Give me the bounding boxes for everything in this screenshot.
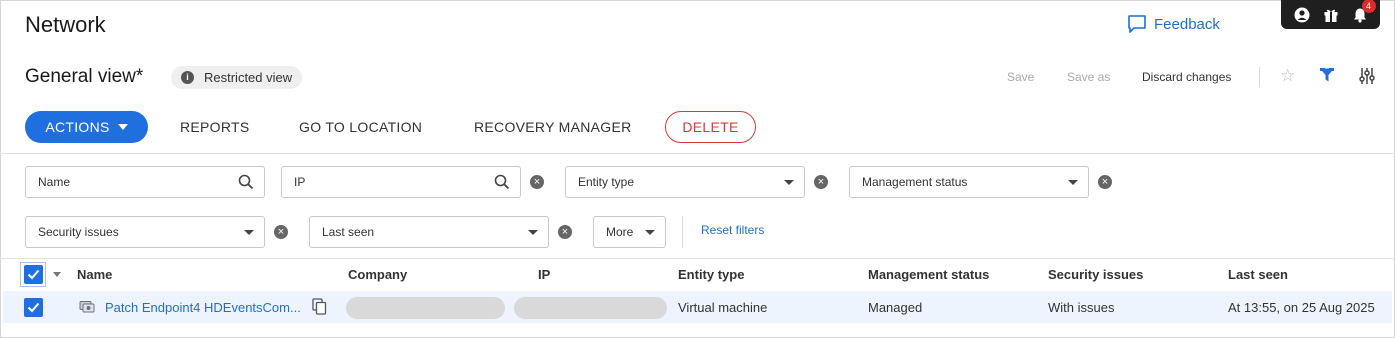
last-seen-select[interactable]: Last seen bbox=[309, 216, 549, 248]
row-checkbox[interactable] bbox=[24, 298, 43, 317]
entity-type-select[interactable]: Entity type bbox=[565, 166, 805, 198]
management-status-label: Management status bbox=[862, 175, 968, 189]
notification-badge: 4 bbox=[1361, 0, 1376, 13]
company-redacted bbox=[346, 297, 505, 319]
management-status-select[interactable]: Management status bbox=[849, 166, 1089, 198]
filter-divider bbox=[682, 216, 683, 248]
bell-icon[interactable]: 4 bbox=[1351, 0, 1376, 24]
copy-icon[interactable] bbox=[312, 298, 327, 320]
feedback-button[interactable]: Feedback bbox=[1127, 14, 1220, 34]
filter-icon[interactable] bbox=[1319, 67, 1335, 88]
search-icon bbox=[494, 174, 510, 190]
settings-sliders-icon[interactable] bbox=[1358, 67, 1376, 90]
reset-filters-link[interactable]: Reset filters bbox=[701, 223, 764, 237]
last-seen-label: Last seen bbox=[322, 225, 375, 239]
save-as-button[interactable]: Save as bbox=[1067, 70, 1110, 84]
security-issues-label: Security issues bbox=[38, 225, 119, 239]
column-header-management-status[interactable]: Management status bbox=[868, 267, 989, 282]
virtual-machine-icon bbox=[79, 300, 96, 319]
discard-changes-button[interactable]: Discard changes bbox=[1142, 70, 1231, 84]
delete-button[interactable]: DELETE bbox=[665, 111, 756, 143]
chevron-down-icon bbox=[645, 229, 655, 235]
endpoint-name-link[interactable]: Patch Endpoint4 HDEventsCom... bbox=[105, 300, 301, 315]
chevron-down-icon bbox=[244, 229, 254, 235]
column-header-entity-type[interactable]: Entity type bbox=[678, 267, 744, 282]
ip-filter-placeholder: IP bbox=[294, 175, 306, 189]
more-filters-label: More bbox=[606, 225, 634, 239]
clear-ip-filter-icon[interactable]: × bbox=[530, 175, 544, 189]
info-icon: i bbox=[181, 71, 194, 84]
security-issues-cell: With issues bbox=[1048, 300, 1115, 315]
column-header-security-issues[interactable]: Security issues bbox=[1048, 267, 1143, 282]
column-header-company[interactable]: Company bbox=[348, 267, 407, 282]
view-title: General view* bbox=[25, 66, 144, 87]
ip-redacted bbox=[514, 297, 667, 319]
name-filter-input[interactable]: Name bbox=[25, 166, 265, 198]
clear-management-status-icon[interactable]: × bbox=[1098, 175, 1112, 189]
checkmark-icon bbox=[27, 269, 39, 280]
entity-type-label: Entity type bbox=[578, 175, 635, 189]
clear-last-seen-icon[interactable]: × bbox=[558, 225, 572, 239]
account-icon[interactable] bbox=[1293, 6, 1311, 24]
clear-security-issues-icon[interactable]: × bbox=[274, 225, 288, 239]
page-title: Network bbox=[25, 12, 106, 37]
chevron-down-icon bbox=[528, 229, 538, 235]
select-all-checkbox-wrapper bbox=[20, 262, 46, 287]
name-filter-placeholder: Name bbox=[38, 175, 71, 189]
chat-bubble-icon bbox=[1128, 15, 1146, 33]
security-issues-select[interactable]: Security issues bbox=[25, 216, 265, 248]
restricted-view-badge[interactable]: i Restricted view bbox=[171, 66, 303, 89]
chevron-down-icon bbox=[1068, 179, 1078, 185]
column-header-last-seen[interactable]: Last seen bbox=[1228, 267, 1288, 282]
chevron-down-icon bbox=[784, 179, 794, 185]
go-to-location-button[interactable]: GO TO LOCATION bbox=[299, 119, 422, 135]
management-status-cell: Managed bbox=[868, 300, 923, 315]
last-seen-cell: At 13:55, on 25 Aug 2025 bbox=[1228, 300, 1375, 315]
column-header-ip[interactable]: IP bbox=[538, 267, 550, 282]
more-filters-select[interactable]: More bbox=[593, 216, 666, 248]
delete-label: DELETE bbox=[682, 119, 739, 135]
star-icon[interactable]: ☆ bbox=[1280, 66, 1295, 86]
chevron-down-icon bbox=[117, 124, 128, 130]
checkmark-icon bbox=[27, 302, 40, 313]
select-all-checkbox[interactable] bbox=[23, 265, 43, 284]
restricted-view-label: Restricted view bbox=[204, 70, 293, 85]
entity-type-cell: Virtual machine bbox=[678, 300, 768, 315]
save-button[interactable]: Save bbox=[1007, 70, 1034, 84]
top-utility-bar: 4 bbox=[1281, 0, 1380, 29]
actions-label: ACTIONS bbox=[45, 119, 110, 135]
ip-filter-input[interactable]: IP bbox=[281, 166, 521, 198]
search-icon bbox=[238, 174, 254, 190]
recovery-manager-button[interactable]: RECOVERY MANAGER bbox=[474, 119, 632, 135]
column-header-name[interactable]: Name bbox=[77, 267, 112, 282]
table-top-divider bbox=[0, 258, 1395, 259]
feedback-label: Feedback bbox=[1154, 15, 1220, 33]
gift-icon[interactable] bbox=[1322, 6, 1340, 24]
reports-button[interactable]: REPORTS bbox=[180, 119, 250, 135]
clear-entity-type-icon[interactable]: × bbox=[814, 175, 828, 189]
section-divider bbox=[0, 153, 1395, 154]
selection-menu-chevron-icon[interactable] bbox=[53, 272, 61, 277]
actions-button[interactable]: ACTIONS bbox=[25, 111, 148, 143]
toolbar-divider bbox=[1259, 67, 1260, 87]
